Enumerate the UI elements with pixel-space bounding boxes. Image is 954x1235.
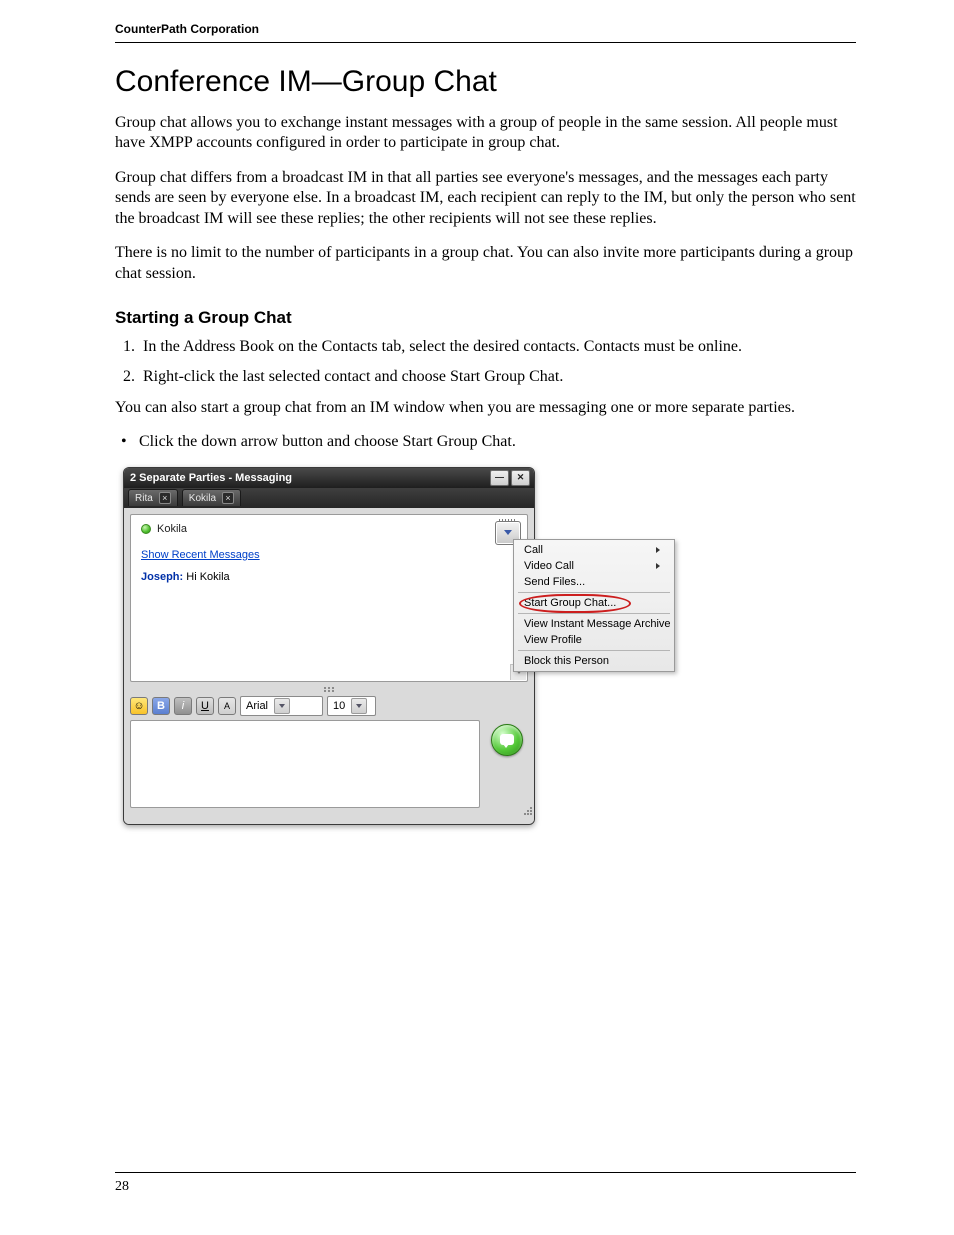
splitter-grip[interactable] xyxy=(130,684,528,692)
menu-block-person[interactable]: Block this Person xyxy=(514,653,674,669)
minimize-button[interactable]: — xyxy=(490,470,509,486)
footer-rule xyxy=(115,1172,856,1173)
tab-kokila[interactable]: Kokila × xyxy=(182,489,241,506)
compose-textarea[interactable] xyxy=(130,720,480,808)
page-number: 28 xyxy=(115,1179,129,1195)
compose-toolbar: ☺ B i U A Arial 10 xyxy=(130,694,528,720)
menu-label: Start Group Chat... xyxy=(524,597,616,609)
menu-label: View Instant Message Archive xyxy=(524,618,671,630)
actions-context-menu: Call Video Call Send Files... Start Grou… xyxy=(513,539,675,672)
menu-view-profile[interactable]: View Profile xyxy=(514,632,674,648)
bold-button[interactable]: B xyxy=(152,697,170,715)
post-steps-para: You can also start a group chat from an … xyxy=(115,398,856,418)
tab-strip: Rita × Kokila × xyxy=(124,488,534,508)
speech-bubble-icon xyxy=(500,734,514,745)
menu-label: Call xyxy=(524,544,543,556)
menu-separator xyxy=(518,613,670,614)
tab-label: Kokila xyxy=(189,493,216,504)
font-size-select[interactable]: 10 xyxy=(327,696,376,716)
subheading: Starting a Group Chat xyxy=(115,308,856,328)
menu-start-group-chat[interactable]: Start Group Chat... xyxy=(514,595,674,611)
tab-close-icon[interactable]: × xyxy=(222,492,234,504)
menu-label: Send Files... xyxy=(524,576,585,588)
tab-label: Rita xyxy=(135,493,153,504)
tab-rita[interactable]: Rita × xyxy=(128,489,178,506)
font-size-value: 10 xyxy=(333,700,345,712)
bullet-1: Click the down arrow button and choose S… xyxy=(139,433,856,451)
steps-list: In the Address Book on the Contacts tab,… xyxy=(115,338,856,386)
send-button[interactable] xyxy=(491,724,523,756)
font-family-value: Arial xyxy=(246,700,268,712)
font-family-select[interactable]: Arial xyxy=(240,696,323,716)
menu-separator xyxy=(518,592,670,593)
resize-grip-icon[interactable] xyxy=(130,808,528,818)
chevron-down-icon xyxy=(504,530,512,535)
underline-button[interactable]: U xyxy=(196,697,214,715)
menu-label: Video Call xyxy=(524,560,574,572)
menu-separator xyxy=(518,650,670,651)
conversation-pane: Kokila Show Recent Messages Joseph: Hi K… xyxy=(130,514,528,682)
menu-view-archive[interactable]: View Instant Message Archive xyxy=(514,616,674,632)
menu-send-files[interactable]: Send Files... xyxy=(514,574,674,590)
menu-label: View Profile xyxy=(524,634,582,646)
chevron-down-icon xyxy=(274,698,290,714)
message-line: Joseph: Hi Kokila xyxy=(141,571,517,583)
chevron-down-icon xyxy=(351,698,367,714)
show-recent-link[interactable]: Show Recent Messages xyxy=(141,549,260,561)
running-header: CounterPath Corporation xyxy=(115,22,856,43)
tab-close-icon[interactable]: × xyxy=(159,492,171,504)
titlebar[interactable]: 2 Separate Parties - Messaging — ✕ xyxy=(124,468,534,488)
italic-button[interactable]: i xyxy=(174,697,192,715)
step-1: In the Address Book on the Contacts tab,… xyxy=(139,338,856,356)
intro-para-1: Group chat allows you to exchange instan… xyxy=(115,113,856,154)
presence-available-icon xyxy=(141,524,151,534)
message-text: Hi Kokila xyxy=(183,571,229,583)
window-title: 2 Separate Parties - Messaging xyxy=(130,472,488,484)
im-window: 2 Separate Parties - Messaging — ✕ Rita … xyxy=(123,467,535,825)
step-2: Right-click the last selected contact an… xyxy=(139,368,856,386)
client-area: Kokila Show Recent Messages Joseph: Hi K… xyxy=(124,508,534,824)
menu-call[interactable]: Call xyxy=(514,542,674,558)
menu-label: Block this Person xyxy=(524,655,609,667)
submenu-arrow-icon xyxy=(656,547,660,553)
intro-para-3: There is no limit to the number of parti… xyxy=(115,243,856,284)
close-button[interactable]: ✕ xyxy=(511,470,530,486)
contact-header: Kokila xyxy=(141,523,517,535)
message-sender: Joseph: xyxy=(141,571,183,583)
menu-video-call[interactable]: Video Call xyxy=(514,558,674,574)
intro-para-2: Group chat differs from a broadcast IM i… xyxy=(115,168,856,229)
font-color-button[interactable]: A xyxy=(218,697,236,715)
bullet-list: Click the down arrow button and choose S… xyxy=(115,433,856,451)
contact-name: Kokila xyxy=(157,523,187,535)
screenshot-figure: 2 Separate Parties - Messaging — ✕ Rita … xyxy=(123,467,683,825)
emoji-button[interactable]: ☺ xyxy=(130,697,148,715)
page-title: Conference IM—Group Chat xyxy=(115,65,856,99)
submenu-arrow-icon xyxy=(656,563,660,569)
